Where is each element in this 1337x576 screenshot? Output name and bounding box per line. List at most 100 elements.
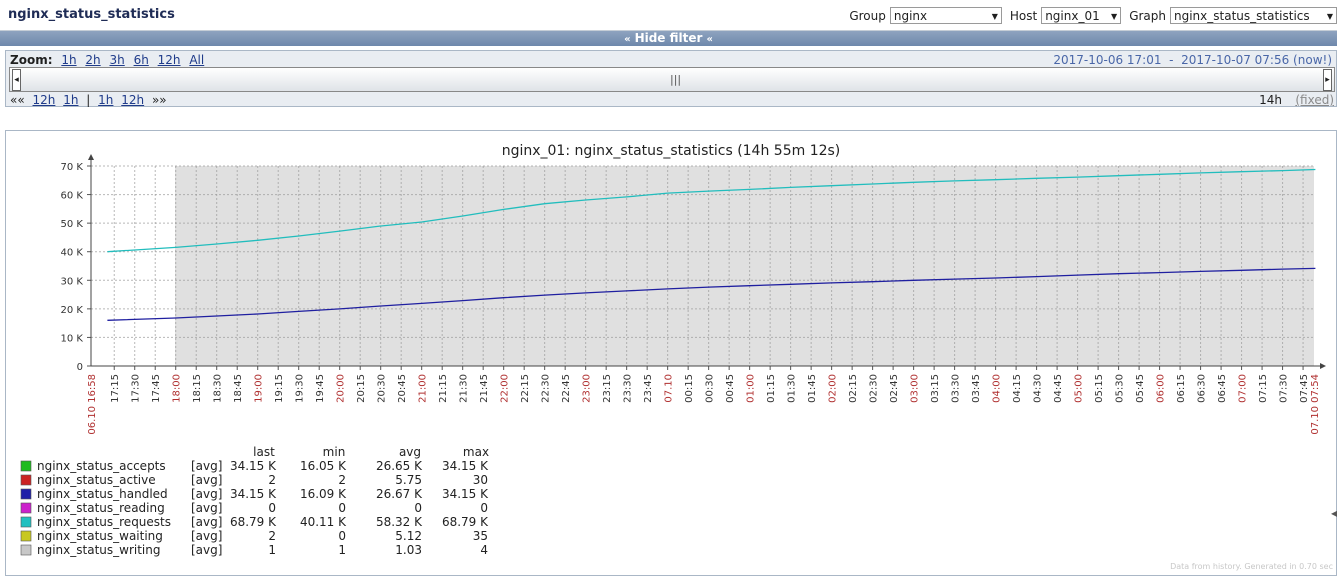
- legend-value-max: 34.15 K: [442, 459, 489, 473]
- legend-swatch: [20, 488, 32, 500]
- range-from: 2017-10-06 17:01: [1053, 53, 1162, 67]
- x-tick-label: 01:00: [746, 374, 757, 403]
- x-tick-label: 18:00: [172, 374, 183, 403]
- legend-header-max: max: [463, 445, 489, 459]
- legend-value-max: 34.15 K: [442, 487, 489, 501]
- nav-back-icon[interactable]: ««: [10, 93, 25, 107]
- legend-value-avg: 5.12: [395, 529, 422, 543]
- range-to: 2017-10-07 07:56 (now!): [1181, 53, 1332, 67]
- x-axis-arrow-icon: [1320, 363, 1326, 369]
- nav-fwd-12h-link[interactable]: 12h: [121, 93, 144, 107]
- legend-aggregation: [avg]: [191, 501, 222, 515]
- hide-filter-label: Hide filter: [634, 31, 703, 45]
- plot-area: [175, 166, 1314, 366]
- legend-value-avg: 26.67 K: [376, 487, 423, 501]
- legend-series-name: nginx_status_requests: [37, 515, 171, 529]
- legend-value-max: 68.79 K: [442, 515, 489, 529]
- range-separator: -: [1169, 53, 1174, 67]
- x-tick-label: 07:15: [1258, 374, 1269, 403]
- nav-forward-icon[interactable]: »»: [152, 93, 167, 107]
- scroll-right-handle[interactable]: ▸: [1323, 69, 1332, 91]
- x-tick-label: 05:30: [1115, 374, 1126, 403]
- legend-swatch: [20, 516, 32, 528]
- filter-selectors: Group nginx ▼ Host nginx_01 ▼ Graph ngin…: [841, 7, 1337, 24]
- x-tick-label: 04:30: [1033, 374, 1044, 403]
- period-navigation: «« 12h 1h | 1h 12h »»: [10, 93, 167, 107]
- chart-title: nginx_01: nginx_status_statistics (14h 5…: [502, 143, 841, 159]
- legend-value-last: 2: [268, 529, 276, 543]
- legend-swatch: [20, 530, 32, 542]
- host-select[interactable]: nginx_01 ▼: [1041, 7, 1122, 24]
- legend-swatch: [20, 544, 32, 556]
- graph-label: Graph: [1129, 8, 1166, 23]
- legend-value-min: 40.11 K: [300, 515, 347, 529]
- legend-value-last: 68.79 K: [230, 515, 277, 529]
- zoom-12h-link[interactable]: 12h: [158, 53, 181, 67]
- legend-value-avg: 0: [414, 501, 422, 515]
- x-tick-label: 02:45: [889, 374, 900, 403]
- timeline-control: Zoom: 1h 2h 3h 6h 12h All 2017-10-06 17:…: [5, 50, 1337, 107]
- fixed-toggle[interactable]: (fixed): [1295, 93, 1334, 107]
- zoom-all-link[interactable]: All: [189, 53, 204, 67]
- y-tick-label: 10 K: [61, 333, 84, 344]
- zoom-1h-link[interactable]: 1h: [61, 53, 76, 67]
- y-tick-label: 30 K: [61, 276, 84, 287]
- x-tick-label: 00:45: [725, 374, 736, 403]
- y-tick-label: 70 K: [61, 162, 84, 173]
- legend-series-name: nginx_status_reading: [37, 501, 165, 515]
- x-tick-label: 01:15: [766, 374, 777, 403]
- legend-value-avg: 5.75: [395, 473, 422, 487]
- footer-note: Data from history. Generated in 0.70 sec: [1170, 562, 1333, 571]
- legend-value-last: 0: [268, 501, 276, 515]
- legend-series-name: nginx_status_waiting: [37, 529, 163, 543]
- x-tick-label: 19:30: [295, 374, 306, 403]
- expand-arrow-icon[interactable]: ◂: [1331, 506, 1337, 520]
- nav-fwd-1h-link[interactable]: 1h: [98, 93, 113, 107]
- legend-swatch: [20, 460, 32, 472]
- time-range: 2017-10-06 17:01 - 2017-10-07 07:56 (now…: [1053, 53, 1332, 67]
- legend-aggregation: [avg]: [191, 515, 222, 529]
- graph-chart: nginx_01: nginx_status_statistics (14h 5…: [20, 143, 1326, 557]
- scrollbar-grip-icon[interactable]: |||: [670, 73, 681, 86]
- legend-value-min: 0: [338, 501, 346, 515]
- x-tick-label: 06:30: [1197, 374, 1208, 403]
- legend-value-max: 30: [473, 473, 488, 487]
- legend-aggregation: [avg]: [191, 543, 222, 557]
- timeline-scrollbar[interactable]: ◂ ||| ▸: [9, 67, 1335, 92]
- x-tick-label: 05:45: [1135, 374, 1146, 403]
- nav-back-12h-link[interactable]: 12h: [33, 93, 56, 107]
- double-chevron-up-icon: «: [706, 34, 713, 45]
- zoom-6h-link[interactable]: 6h: [134, 53, 149, 67]
- x-tick-label: 20:45: [397, 374, 408, 403]
- x-tick-label: 21:45: [479, 374, 490, 403]
- x-tick-label: 03:45: [971, 374, 982, 403]
- x-tick-label: 03:30: [951, 374, 962, 403]
- x-tick-label: 23:30: [623, 374, 634, 403]
- nav-back-1h-link[interactable]: 1h: [63, 93, 78, 107]
- zoom-2h-link[interactable]: 2h: [85, 53, 100, 67]
- scroll-left-handle[interactable]: ◂: [12, 69, 21, 91]
- graph-select[interactable]: nginx_status_statistics ▼: [1170, 7, 1337, 24]
- double-chevron-up-icon: «: [624, 34, 631, 45]
- zoom-3h-link[interactable]: 3h: [109, 53, 124, 67]
- x-tick-label: 01:45: [807, 374, 818, 403]
- nav-separator: |: [86, 93, 91, 107]
- graph-select-value: nginx_status_statistics: [1174, 9, 1310, 23]
- hide-filter-toggle[interactable]: «Hide filter «: [0, 31, 1337, 46]
- group-select[interactable]: nginx ▼: [889, 7, 1002, 24]
- x-tick-label: 22:45: [561, 374, 572, 403]
- legend-aggregation: [avg]: [191, 459, 222, 473]
- legend-series-name: nginx_status_writing: [37, 543, 160, 557]
- legend-value-avg: 26.65 K: [376, 459, 423, 473]
- x-tick-label: 04:00: [992, 374, 1003, 403]
- x-tick-label: 07:30: [1279, 374, 1290, 403]
- legend-aggregation: [avg]: [191, 473, 222, 487]
- x-tick-label: 06:45: [1217, 374, 1228, 403]
- x-tick-label: 07.10: [664, 374, 675, 403]
- x-tick-label: 19:45: [315, 374, 326, 403]
- legend-aggregation: [avg]: [191, 529, 222, 543]
- legend-value-last: 1: [268, 543, 276, 557]
- x-tick-label: 20:15: [356, 374, 367, 403]
- x-tick-label: 07:00: [1238, 374, 1249, 403]
- y-tick-label: 50 K: [61, 219, 84, 230]
